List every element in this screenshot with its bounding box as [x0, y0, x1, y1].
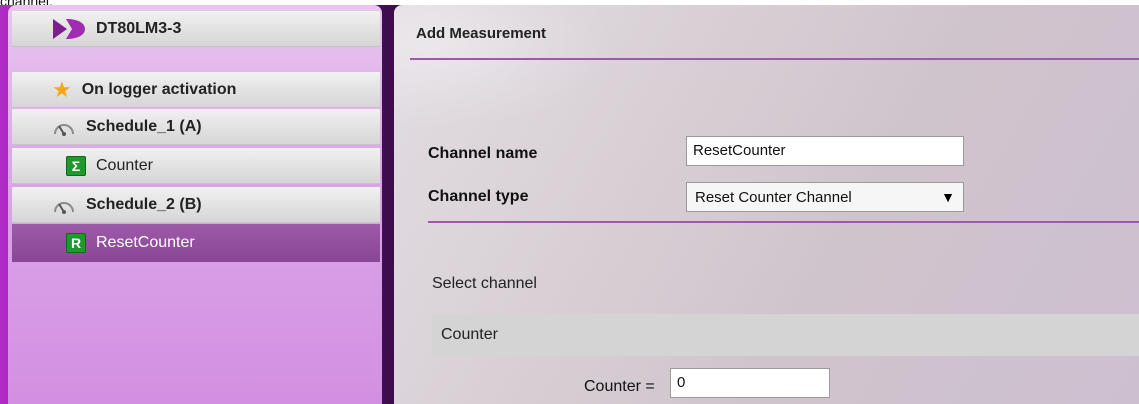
sigma-icon: Σ [66, 155, 86, 176]
program-tree-panel: DT80LM3-3 ★ On logger activation Schedul… [8, 5, 382, 404]
channel-name-label: Channel name [428, 145, 538, 162]
channel-name-input[interactable]: ResetCounter [686, 136, 964, 166]
panel-title: Add Measurement [416, 25, 547, 42]
channel-list-item-label: Counter [441, 326, 498, 343]
tree-item-counter[interactable]: Σ Counter [12, 148, 380, 184]
tree-item-label: DT80LM3-3 [96, 19, 182, 37]
select-channel-label: Select channel [432, 275, 537, 292]
channel-type-select[interactable]: Reset Counter Channel ▼ [686, 182, 964, 212]
tree-item-label: ResetCounter [96, 234, 195, 251]
tree-item-label: Counter [96, 156, 153, 174]
channel-type-value: Reset Counter Channel [695, 188, 852, 206]
channel-list-item-counter[interactable]: Counter [432, 314, 1139, 356]
dataTaker-logo-icon [52, 18, 86, 40]
tree-item-label: Schedule_1 (A) [86, 117, 202, 135]
reset-icon: R [66, 233, 86, 253]
tree-item-on-logger-activation[interactable]: ★ On logger activation [12, 72, 380, 108]
add-measurement-panel: Add Measurement Channel name ResetCounte… [394, 5, 1139, 404]
tree-item-schedule-2[interactable]: Schedule_2 (B) [12, 187, 380, 223]
section-divider [428, 221, 1139, 223]
counter-value-input[interactable]: 0 [670, 368, 830, 398]
tree-item-schedule-1[interactable]: Schedule_1 (A) [12, 109, 380, 145]
schedule-gauge-icon [52, 117, 76, 137]
tree-item-label: Schedule_2 (B) [86, 195, 202, 213]
counter-value-label: Counter = [584, 378, 655, 395]
tree-item-label: On logger activation [81, 80, 237, 98]
star-icon: ★ [52, 76, 72, 102]
title-divider [410, 58, 1139, 60]
schedule-gauge-icon [52, 195, 76, 215]
tree-item-resetcounter[interactable]: R ResetCounter [12, 224, 380, 262]
tree-item-logger[interactable]: DT80LM3-3 [12, 11, 380, 47]
channel-type-label: Channel type [428, 188, 529, 205]
dropdown-arrow-icon: ▼ [941, 189, 955, 205]
